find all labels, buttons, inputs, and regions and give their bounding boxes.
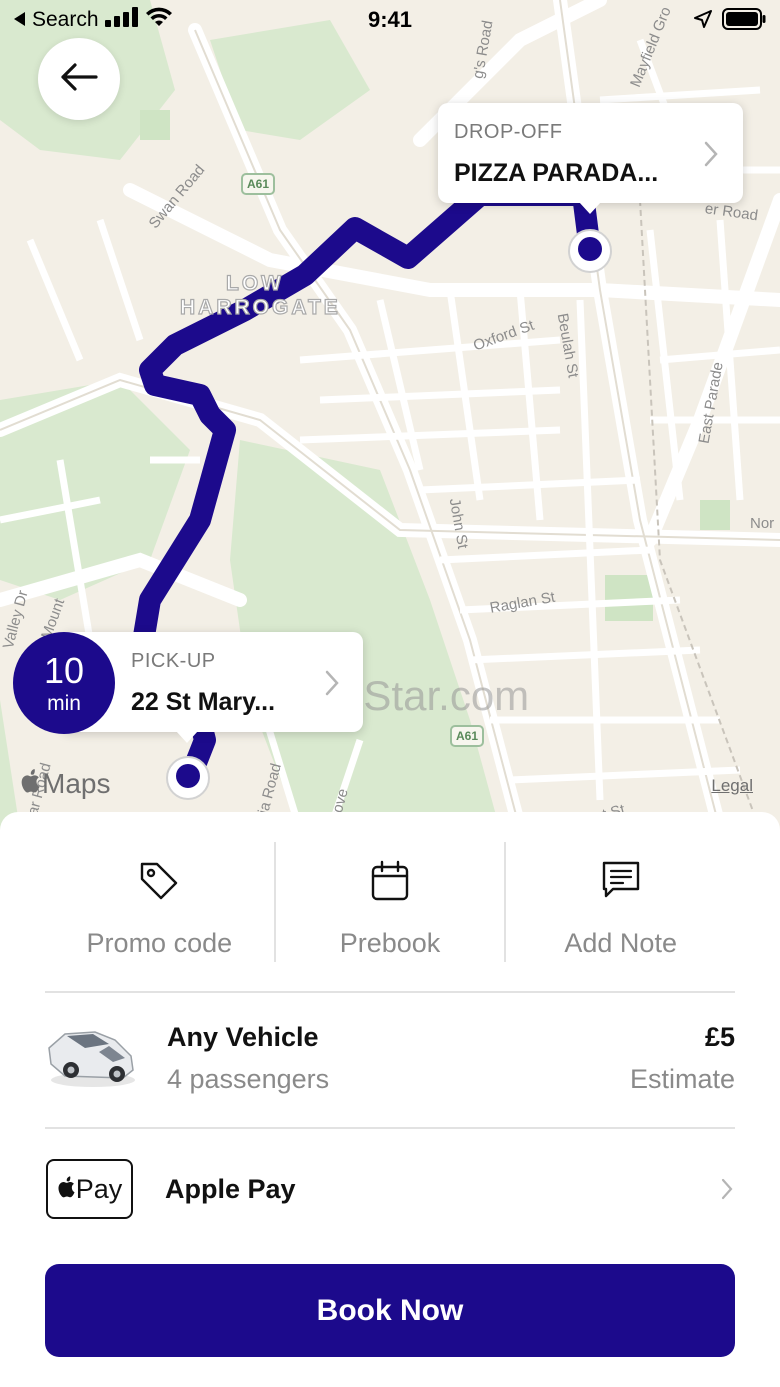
status-time: 9:41: [367, 7, 413, 32]
fare-price: £5: [704, 1022, 735, 1052]
add-note-button[interactable]: Add Note: [504, 842, 735, 962]
maps-attribution: Maps: [20, 768, 110, 800]
booking-options: Promo code Prebook Add Note: [45, 842, 735, 962]
battery-icon: [722, 8, 766, 35]
callout-tail: [579, 202, 601, 214]
status-bar: Search 9:41: [0, 0, 780, 40]
calendar-icon: [370, 860, 410, 907]
eta-badge: 10 min: [13, 632, 115, 734]
road-shield: A61: [241, 173, 276, 195]
district-label-line2: HARROGATE: [179, 295, 341, 319]
legal-link[interactable]: Legal: [711, 776, 753, 796]
book-now-button[interactable]: Book Now: [45, 1264, 735, 1357]
chevron-right-icon: [704, 141, 718, 172]
fare-estimate-label: Estimate: [629, 1064, 735, 1094]
tag-icon: [138, 860, 180, 907]
apple-logo-icon: [57, 1174, 75, 1205]
divider: [45, 991, 735, 993]
vehicle-option[interactable]: Any Vehicle 4 passengers £5 Estimate: [45, 1010, 735, 1110]
location-arrow-icon: [694, 10, 712, 33]
apple-pay-badge: Pay: [46, 1159, 133, 1219]
district-label-line1: LOW: [225, 271, 284, 295]
callout-tail: [176, 731, 198, 743]
chevron-right-icon: [325, 670, 339, 701]
back-button[interactable]: [38, 38, 120, 120]
dropoff-caption: DROP-OFF: [454, 121, 563, 143]
dropoff-address: PIZZA PARADA...: [454, 159, 659, 187]
district-label: LOW HARROGATE: [179, 271, 341, 320]
apple-logo-icon: [20, 768, 40, 800]
vehicle-name: Any Vehicle: [167, 1022, 319, 1052]
message-note-icon: [601, 860, 641, 905]
prebook-button[interactable]: Prebook: [273, 842, 505, 962]
payment-method-name: Apple Pay: [165, 1174, 296, 1204]
prebook-label: Prebook: [339, 928, 441, 958]
maps-brand: Maps: [42, 768, 111, 799]
apple-pay-badge-text: Pay: [75, 1173, 123, 1204]
pickup-caption: PICK-UP: [131, 650, 216, 672]
promo-code-label: Promo code: [86, 928, 233, 958]
eta-value: 10: [43, 650, 85, 691]
dropoff-callout[interactable]: DROP-OFF PIZZA PARADA...: [438, 103, 743, 214]
add-note-label: Add Note: [564, 928, 677, 958]
payment-method-row[interactable]: Pay Apple Pay: [45, 1158, 735, 1220]
pickup-address: 22 St Mary...: [131, 688, 276, 716]
chevron-right-icon: [721, 1178, 733, 1205]
route-map[interactable]: g's Road Mayfield Gro Swan Road Oxford S…: [0, 0, 780, 830]
eta-unit: min: [47, 692, 81, 715]
promo-code-button[interactable]: Promo code: [45, 842, 274, 962]
road-label: Nor: [750, 515, 775, 532]
car-icon: [45, 1018, 137, 1095]
divider: [45, 1127, 735, 1129]
arrow-left-icon: [60, 62, 98, 96]
road-shield: A61: [450, 725, 485, 747]
vehicle-passengers: 4 passengers: [167, 1064, 330, 1094]
